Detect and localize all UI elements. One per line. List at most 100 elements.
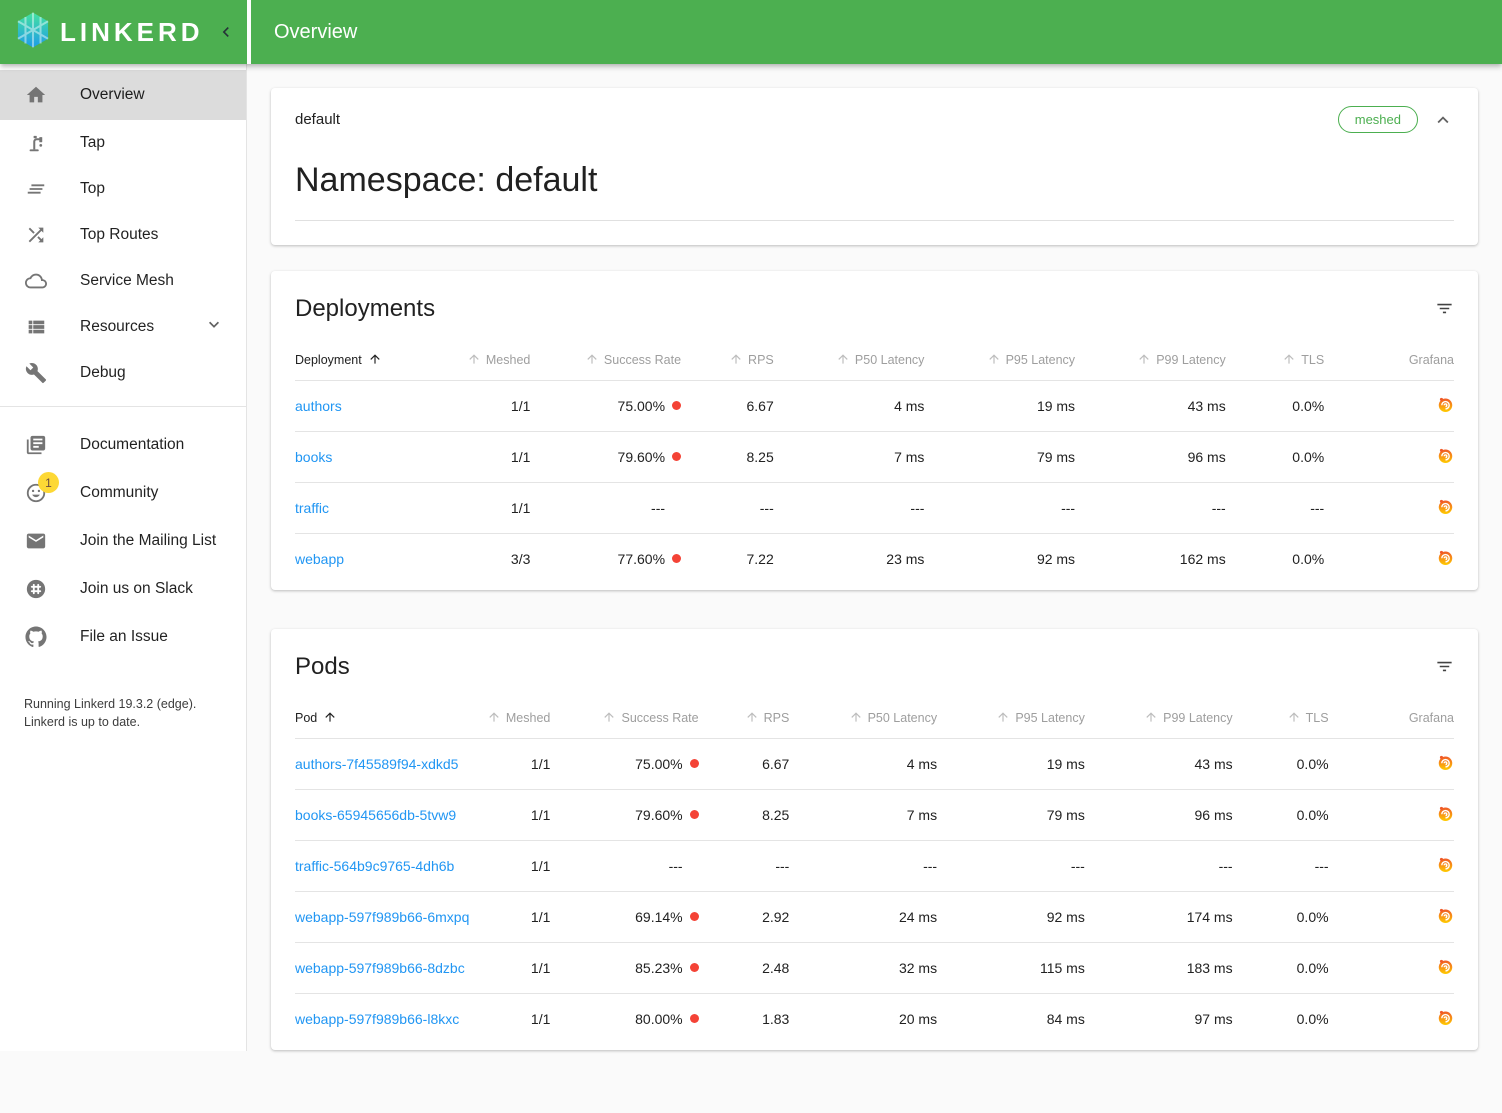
deployments-title: Deployments (295, 295, 435, 323)
sidebar-item-community[interactable]: 1Community (0, 469, 246, 517)
column-header-meshed[interactable]: Meshed (457, 339, 538, 381)
cell-value: 84 ms (1047, 1011, 1085, 1027)
column-header-success-rate[interactable]: Success Rate (538, 339, 689, 381)
cell-value: 0.0% (1292, 551, 1324, 567)
grafana-icon[interactable] (1437, 911, 1454, 927)
resource-link[interactable]: webapp-597f989b66-8dzbc (295, 960, 465, 976)
cell-value: 43 ms (1194, 756, 1232, 772)
sidebar-item-join-the-mailing-list[interactable]: Join the Mailing List (0, 517, 246, 565)
filter-icon[interactable] (1435, 653, 1454, 681)
top-icon (24, 177, 48, 201)
resource-link[interactable]: authors (295, 398, 342, 414)
rps-cell: --- (689, 483, 782, 534)
cell-value: --- (1212, 500, 1226, 516)
grafana-icon[interactable] (1437, 553, 1454, 569)
sidebar-item-label: Tap (80, 134, 105, 152)
column-header-rps[interactable]: RPS (707, 697, 798, 739)
sidebar-item-join-us-on-slack[interactable]: Join us on Slack (0, 565, 246, 613)
meshed-badge: meshed (1338, 106, 1418, 133)
column-header-tls[interactable]: TLS (1241, 697, 1337, 739)
sidebar-item-overview[interactable]: Overview (0, 70, 246, 120)
column-header-tls[interactable]: TLS (1234, 339, 1333, 381)
grafana-cell (1332, 432, 1454, 483)
grafana-icon[interactable] (1437, 860, 1454, 876)
success-rate-cell: 79.60% (558, 790, 706, 841)
grafana-icon[interactable] (1437, 962, 1454, 978)
cell-value: 92 ms (1047, 909, 1085, 925)
success-rate-cell: --- (538, 483, 689, 534)
brand: LINKERD (0, 0, 247, 64)
status-dot (672, 452, 681, 461)
namespace-title: Namespace: default (295, 161, 1454, 200)
column-header-p50-latency[interactable]: P50 Latency (797, 697, 945, 739)
chevron-down-icon[interactable] (204, 315, 224, 340)
cell-value: 1.83 (762, 1011, 789, 1027)
column-header-success-rate[interactable]: Success Rate (558, 697, 706, 739)
cell-value: 43 ms (1188, 398, 1226, 414)
resource-name-cell: webapp-597f989b66-l8kxc (295, 994, 477, 1045)
cell-value: 1/1 (531, 909, 550, 925)
p99-cell: 96 ms (1093, 790, 1241, 841)
grafana-cell (1337, 943, 1454, 994)
column-header-p95-latency[interactable]: P95 Latency (945, 697, 1093, 739)
resource-link[interactable]: traffic-564b9c9765-4dh6b (295, 858, 454, 874)
main-content: default meshed Namespace: default Deploy… (247, 64, 1502, 1113)
p50-cell: 24 ms (797, 892, 945, 943)
resource-link[interactable]: books (295, 449, 332, 465)
column-header-meshed[interactable]: Meshed (477, 697, 558, 739)
cell-value: 96 ms (1188, 449, 1226, 465)
sidebar-item-documentation[interactable]: Documentation (0, 421, 246, 469)
filter-icon[interactable] (1435, 295, 1454, 323)
resource-link[interactable]: authors-7f45589f94-xdkd5 (295, 756, 458, 772)
sidebar-item-label: File an Issue (80, 628, 168, 646)
p95-cell: 19 ms (932, 381, 1083, 432)
grafana-icon[interactable] (1437, 758, 1454, 774)
table-header-row: DeploymentMeshedSuccess Rate RPS P50 Laten… (295, 339, 1454, 381)
cell-value: --- (1219, 858, 1233, 874)
meshed-cell: 1/1 (457, 432, 538, 483)
sidebar-item-debug[interactable]: Debug (0, 350, 246, 396)
sidebar-collapse-icon[interactable] (216, 22, 236, 42)
success-rate-cell: 79.60% (538, 432, 689, 483)
collapse-namespace-icon[interactable] (1432, 109, 1454, 131)
sidebar-item-resources[interactable]: Resources (0, 304, 246, 350)
cell-value: 3/3 (511, 551, 530, 567)
grafana-icon[interactable] (1437, 400, 1454, 416)
sidebar-item-top[interactable]: Top (0, 166, 246, 212)
p50-cell: 4 ms (782, 381, 933, 432)
resource-link[interactable]: webapp-597f989b66-6mxpq (295, 909, 469, 925)
p99-cell: --- (1093, 841, 1241, 892)
tls-cell: 0.0% (1241, 790, 1337, 841)
column-header-deployment[interactable]: Deployment (295, 339, 457, 381)
success-rate-cell: --- (558, 841, 706, 892)
p99-cell: 43 ms (1083, 381, 1234, 432)
p95-cell: 79 ms (932, 432, 1083, 483)
tls-cell: --- (1234, 483, 1333, 534)
column-label: TLS (1306, 711, 1329, 725)
resource-link[interactable]: traffic (295, 500, 329, 516)
resource-link[interactable]: webapp-597f989b66-l8kxc (295, 1011, 459, 1027)
sidebar-item-file-an-issue[interactable]: File an Issue (0, 613, 246, 661)
column-header-pod[interactable]: Pod (295, 697, 477, 739)
column-header-p50-latency[interactable]: P50 Latency (782, 339, 933, 381)
resource-link[interactable]: webapp (295, 551, 344, 567)
grafana-icon[interactable] (1437, 502, 1454, 518)
cell-value: 79 ms (1037, 449, 1075, 465)
cell-value: 69.14% (635, 909, 682, 925)
sidebar-item-top-routes[interactable]: Top Routes (0, 212, 246, 258)
grafana-icon[interactable] (1437, 451, 1454, 467)
status-dot (690, 759, 699, 768)
grafana-icon[interactable] (1437, 1013, 1454, 1029)
column-header-p95-latency[interactable]: P95 Latency (932, 339, 1083, 381)
column-label: P50 Latency (868, 711, 938, 725)
sidebar-item-tap[interactable]: Tap (0, 120, 246, 166)
column-label: RPS (748, 353, 774, 367)
column-header-rps[interactable]: RPS (689, 339, 782, 381)
cell-value: --- (1061, 500, 1075, 516)
column-header-p99-latency[interactable]: P99 Latency (1093, 697, 1241, 739)
grafana-icon[interactable] (1437, 809, 1454, 825)
resource-link[interactable]: books-65945656db-5tvw9 (295, 807, 456, 823)
column-header-p99-latency[interactable]: P99 Latency (1083, 339, 1234, 381)
sidebar-item-service-mesh[interactable]: Service Mesh (0, 258, 246, 304)
pods-title: Pods (295, 653, 350, 681)
